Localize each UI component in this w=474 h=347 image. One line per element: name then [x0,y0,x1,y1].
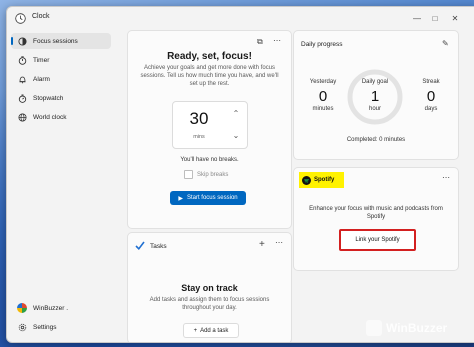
completed-text: Completed: 0 minutes [346,137,406,143]
yesterday-unit: minutes [312,106,334,112]
gear-icon [17,322,27,332]
compact-overlay-icon[interactable]: ⧉ [257,37,263,47]
start-focus-session-button[interactable]: ▶ Start focus session [170,191,246,205]
maximize-button[interactable]: □ [428,11,442,25]
focus-session-card: ⧉ ⋯ Ready, set, focus! Achieve your goal… [127,30,292,229]
start-button-label: Start focus session [186,195,238,201]
yesterday-stat: Yesterday 0 minutes [298,79,348,112]
globe-icon [17,112,27,122]
daily-goal-unit: hour [368,106,381,112]
streak-label: Streak [422,79,440,85]
user-name: WinBuzzer . [33,304,69,312]
progress-title: Daily progress [301,41,343,48]
more-options-icon[interactable]: ⋯ [275,238,283,247]
tasks-title: Tasks [150,243,167,250]
alarm-icon [17,74,27,84]
streak-value: 0 [426,88,436,105]
spotify-logo: Spotify [299,172,344,188]
streak-stat: Streak 0 days [406,79,456,112]
streak-unit: days [424,106,438,112]
sidebar-item-label: Stopwatch [33,94,64,102]
focus-icon [17,36,27,46]
skip-breaks-label: Skip breaks [197,171,229,178]
sidebar: Focus sessions Timer Alarm Stopwatch Wor… [7,29,117,342]
sidebar-item-timer[interactable]: Timer [11,52,111,68]
close-button[interactable]: ✕ [448,11,462,25]
sidebar-item-label: Timer [33,56,50,64]
more-options-icon[interactable]: ⋯ [442,173,450,182]
link-spotify-button[interactable]: Link your Spotify [339,229,416,251]
plus-icon: + [193,327,198,334]
title-bar: Clock — □ ✕ [7,7,474,29]
settings-item[interactable]: Settings [11,319,57,335]
link-spotify-label: Link your Spotify [355,237,400,243]
watermark: WinBuzzer [366,320,447,336]
more-options-icon[interactable]: ⋯ [273,36,281,45]
add-task-button[interactable]: + Add a task [183,323,239,338]
duration-unit: mins [193,134,205,140]
checkbox-box[interactable] [184,170,193,179]
sidebar-item-label: World clock [33,113,67,121]
skip-breaks-checkbox[interactable]: Skip breaks [184,170,228,179]
chevron-up-icon[interactable]: ⌃ [227,104,245,122]
stopwatch-icon [17,93,27,103]
yesterday-value: 0 [318,88,328,105]
watermark-text: WinBuzzer [386,321,448,335]
duration-value[interactable]: 30 [173,109,225,129]
sidebar-item-label: Focus sessions [33,37,78,45]
focus-description: Achieve your goals and get more done wit… [140,65,279,87]
clock-app-icon [15,13,26,24]
settings-label: Settings [33,323,57,331]
todo-icon [135,241,145,252]
minimize-button[interactable]: — [410,11,424,25]
daily-goal-value: 1 [370,88,380,105]
user-account[interactable]: WinBuzzer . [11,300,68,316]
spotify-logo-text: Spotify [314,177,335,183]
tasks-card: Tasks + ⋯ Stay on track Add tasks and as… [127,232,292,342]
sidebar-item-alarm[interactable]: Alarm [11,71,111,87]
sidebar-item-focus-sessions[interactable]: Focus sessions [11,33,111,49]
tasks-description: Add tasks and assign them to focus sessi… [149,297,270,311]
hourglass-icon [17,55,27,65]
window-title: Clock [32,13,50,20]
active-indicator [11,37,13,45]
avatar [17,303,27,313]
focus-title: Ready, set, focus! [167,51,252,62]
tasks-heading: Stay on track [181,283,238,293]
daily-goal-stat: Daily goal 1 hour [350,79,400,112]
daily-goal-label: Daily goal [361,79,389,85]
edit-icon[interactable]: ✎ [442,39,449,48]
add-task-label: Add a task [200,327,229,334]
tasks-header: Tasks [135,241,167,252]
clock-window: Clock — □ ✕ Focus sessions Timer Alarm S… [6,6,474,343]
yesterday-label: Yesterday [309,79,337,85]
spotify-card: Spotify ⋯ Enhance your focus with music … [293,167,459,271]
chevron-down-icon[interactable]: ⌄ [227,126,245,144]
winbuzzer-logo-icon [366,320,382,336]
daily-progress-card: Daily progress ✎ Yesterday 0 minutes Dai… [293,30,459,160]
breaks-info: You'll have no breaks. [180,157,239,163]
duration-stepper[interactable]: 30 mins ⌃ ⌄ [172,101,248,149]
sidebar-item-stopwatch[interactable]: Stopwatch [11,90,111,106]
add-icon[interactable]: + [259,239,265,250]
sidebar-item-world-clock[interactable]: World clock [11,109,111,125]
spotify-icon [302,175,311,185]
play-icon: ▶ [178,195,183,202]
sidebar-item-label: Alarm [33,75,50,83]
spotify-description: Enhance your focus with music and podcas… [309,206,443,220]
